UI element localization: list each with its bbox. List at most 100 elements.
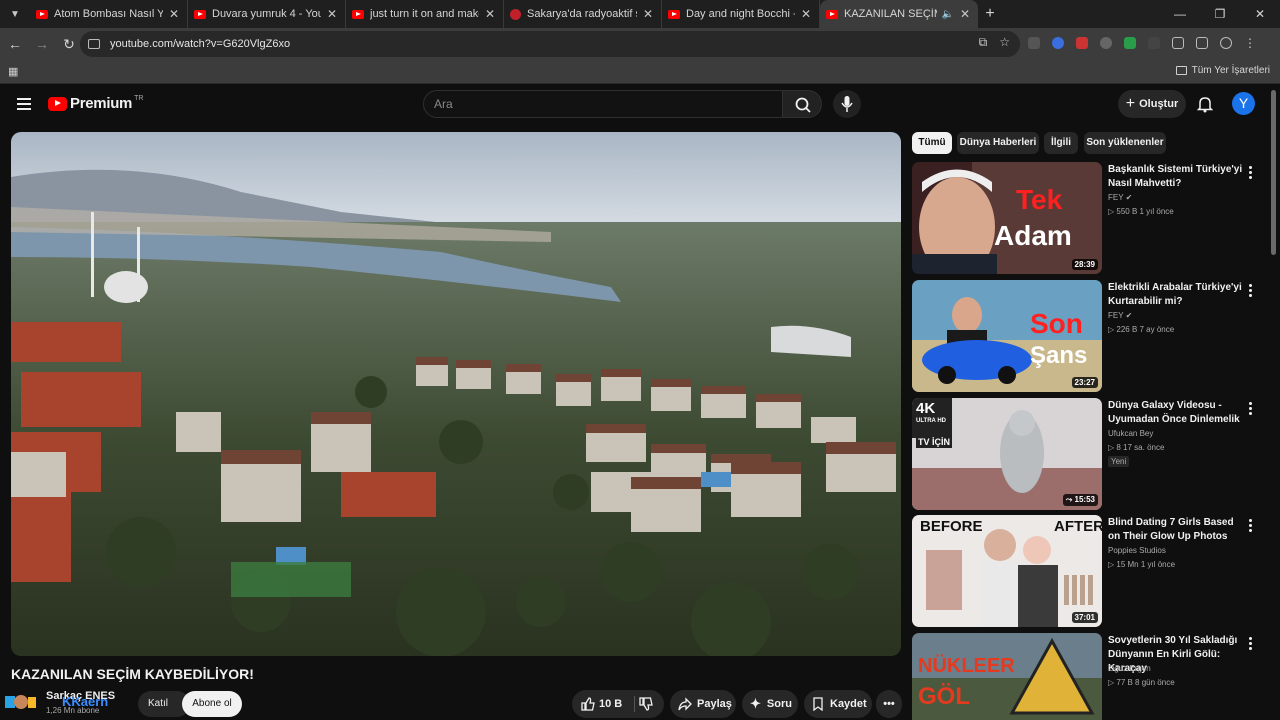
close-icon[interactable]: ✕: [327, 7, 337, 21]
tab-title: just turn it on and make someth: [370, 8, 479, 20]
close-icon[interactable]: ✕: [801, 7, 811, 21]
browser-tab[interactable]: Day and night Bocchi - YouTube ✕: [662, 0, 820, 28]
more-actions-button[interactable]: •••: [876, 690, 902, 718]
puzzle-icon[interactable]: [1172, 37, 1184, 49]
recommendation-channel[interactable]: FEY ✔: [1108, 193, 1132, 202]
recommendation-item[interactable]: BEFORE AFTER 37:01 Blind Dating 7 Girls …: [912, 515, 1262, 627]
close-icon[interactable]: ✕: [960, 7, 970, 21]
video-owner-row: Sarkaç ENES 1,26 Mn abone KKaern Katıl A…: [0, 690, 902, 720]
recommendation-channel[interactable]: Poppies Studios: [1108, 546, 1166, 555]
new-tab-button[interactable]: +: [978, 5, 1002, 23]
create-button[interactable]: + Oluştur: [1118, 90, 1186, 118]
cast-icon[interactable]: ⧉: [979, 35, 988, 50]
kebab-menu-icon[interactable]: [1249, 519, 1252, 534]
all-bookmarks-folder[interactable]: Tüm Yer İşaretleri: [1175, 65, 1270, 76]
tab-title: Sakarya'da radyoaktif skandal!: [527, 8, 637, 20]
url-field[interactable]: youtube.com/watch?v=G620VlgZ6xo ⧉ ☆: [80, 31, 1020, 57]
recommendation-meta: ▷ 8 17 sa. önce: [1108, 443, 1164, 452]
close-icon[interactable]: ✕: [485, 7, 495, 21]
recommendation-item[interactable]: 4K ULTRA HD TV İÇİN ⤳ 15:53 Dünya Galaxy…: [912, 398, 1262, 510]
recommendation-item[interactable]: Tek Adam 28:39 Başkanlık Sistemi Türkiye…: [912, 162, 1262, 274]
recommendation-title[interactable]: Başkanlık Sistemi Türkiye'yi Nasıl Mahve…: [1108, 163, 1244, 191]
like-button[interactable]: 10 B: [572, 690, 664, 718]
kebab-menu-icon[interactable]: [1249, 166, 1252, 181]
recommendation-title[interactable]: Blind Dating 7 Girls Based on Their Glow…: [1108, 516, 1244, 544]
close-icon[interactable]: ✕: [169, 7, 179, 21]
tab-title: Atom Bombası Nasıl Yapılır? #g: [54, 8, 163, 20]
share-button[interactable]: Paylaş: [670, 690, 736, 718]
overlay-username: KKaern: [62, 694, 109, 709]
video-duration: ⤳ 15:53: [1062, 494, 1098, 506]
reload-icon[interactable]: ↻: [57, 36, 81, 53]
media-icon[interactable]: [1196, 37, 1208, 49]
thumbs-down-icon[interactable]: [638, 696, 654, 712]
video-thumbnail[interactable]: NÜKLEER GÖL: [912, 633, 1102, 720]
close-window-icon[interactable]: ✕: [1240, 0, 1280, 28]
video-frame-aerial-town: [11, 132, 901, 656]
browser-tab[interactable]: just turn it on and make someth ✕: [346, 0, 504, 28]
kebab-menu-icon[interactable]: [1249, 402, 1252, 417]
tab-title: KAZANILAN SEÇİM KAYBED: [844, 8, 937, 20]
speaker-icon[interactable]: 🔈: [941, 9, 953, 20]
hamburger-menu-icon[interactable]: [17, 98, 31, 113]
recommendation-title[interactable]: Elektrikli Arabalar Türkiye'yi Kurtarabi…: [1108, 281, 1244, 309]
browser-tab[interactable]: Atom Bombası Nasıl Yapılır? #g ✕: [30, 0, 188, 28]
search-input[interactable]: Ara: [423, 90, 783, 118]
recommendation-channel[interactable]: Ufukcan Bey: [1108, 429, 1153, 438]
video-thumbnail[interactable]: 4K ULTRA HD TV İÇİN ⤳ 15:53: [912, 398, 1102, 510]
recommendation-meta: ▷ 226 B 7 ay önce: [1108, 325, 1174, 334]
close-icon[interactable]: ✕: [643, 7, 653, 21]
save-button[interactable]: Kaydet: [804, 690, 872, 718]
browser-tab[interactable]: Duvara yumruk 4 - YouTube ✕: [188, 0, 346, 28]
notifications-bell-icon[interactable]: [1197, 95, 1213, 113]
avatar[interactable]: Y: [1232, 92, 1255, 115]
ask-button[interactable]: ✦ Soru: [742, 690, 798, 718]
menu-dots-icon[interactable]: ⋮: [1244, 36, 1256, 50]
browser-tab[interactable]: Sakarya'da radyoaktif skandal! ✕: [504, 0, 662, 28]
profile-icon[interactable]: [1220, 37, 1232, 49]
subscribe-button[interactable]: Abone ol: [182, 691, 242, 717]
video-thumbnail[interactable]: Tek Adam 28:39: [912, 162, 1102, 274]
avatar[interactable]: [5, 694, 37, 710]
browser-tab-active[interactable]: KAZANILAN SEÇİM KAYBED 🔈 ✕: [820, 0, 978, 28]
video-thumbnail[interactable]: BEFORE AFTER 37:01: [912, 515, 1102, 627]
extension-icon[interactable]: [1028, 37, 1040, 49]
tab-search-chevron-icon[interactable]: ▼: [0, 0, 30, 28]
restore-icon[interactable]: ❐: [1200, 0, 1240, 28]
youtube-play-icon: [48, 96, 67, 111]
extension-icon[interactable]: [1076, 37, 1088, 49]
bookmark-icon: [813, 697, 823, 711]
apps-grid-icon[interactable]: ▦: [8, 65, 18, 78]
search-button[interactable]: [782, 90, 822, 118]
recommendation-channel[interactable]: FEY ✔: [1108, 311, 1132, 320]
site-info-icon[interactable]: [88, 39, 100, 49]
search-icon: [795, 97, 811, 113]
recommendation-channel[interactable]: Oğuz Ergen: [1108, 664, 1151, 673]
video-thumbnail[interactable]: Son Şans 23:27: [912, 280, 1102, 392]
kebab-menu-icon[interactable]: [1249, 284, 1252, 299]
chip-recent-uploads[interactable]: Son yüklenenler: [1084, 132, 1166, 154]
voice-search-button[interactable]: [833, 90, 861, 118]
forward-icon[interactable]: →: [30, 36, 54, 52]
thumbnail-text: NÜKLEER: [918, 655, 1015, 677]
video-player[interactable]: [11, 132, 901, 656]
page-scrollbar[interactable]: [1271, 90, 1276, 255]
recommendation-item[interactable]: NÜKLEER GÖL Sovyetlerin 30 Yıl Sakladığı…: [912, 633, 1262, 720]
chip-world-news[interactable]: Dünya Haberleri: [957, 132, 1039, 154]
youtube-premium-logo[interactable]: Premium TR: [48, 95, 143, 112]
recommendation-item[interactable]: Son Şans 23:27 Elektrikli Arabalar Türki…: [912, 280, 1262, 392]
extension-icon[interactable]: [1124, 37, 1136, 49]
recommendation-title[interactable]: Dünya Galaxy Videosu - Uyumadan Önce Din…: [1108, 399, 1244, 427]
extension-icon[interactable]: [1052, 37, 1064, 49]
extension-icon[interactable]: [1148, 37, 1160, 49]
kebab-menu-icon[interactable]: [1249, 637, 1252, 652]
minimize-icon[interactable]: —: [1160, 0, 1200, 28]
back-icon[interactable]: ←: [3, 36, 27, 52]
chip-all[interactable]: Tümü: [912, 132, 952, 154]
thumbnail-text: GÖL: [918, 683, 970, 710]
chip-related[interactable]: İlgili: [1044, 132, 1078, 154]
bookmark-star-icon[interactable]: ☆: [999, 35, 1010, 50]
video-duration: 37:01: [1071, 612, 1098, 623]
extension-icon[interactable]: [1100, 37, 1112, 49]
youtube-icon: [352, 9, 364, 19]
